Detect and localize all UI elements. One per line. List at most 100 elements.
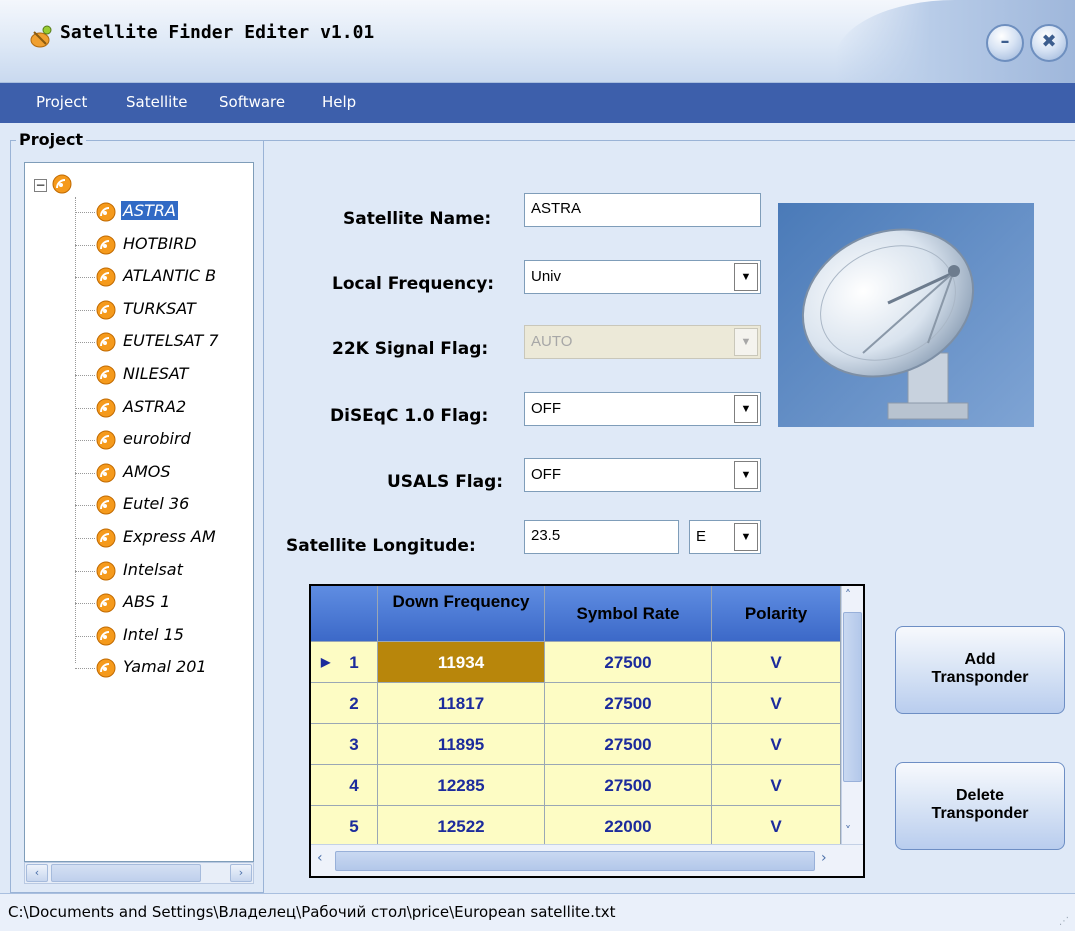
tree-item[interactable]: EUTELSAT 7 [75,329,250,355]
tree-item[interactable]: ABS 1 [75,590,250,616]
longitude-label: Satellite Longitude: [286,536,476,556]
tree-connector [75,635,95,637]
dropdown-arrow-icon[interactable]: ▼ [734,395,758,423]
grid-horizontal-thumb[interactable] [335,851,815,871]
tree-item-label: TURKSAT [123,298,196,318]
resize-grip-icon[interactable]: ⋰ [1059,916,1069,927]
project-legend: Project [16,130,87,149]
grid-vertical-thumb[interactable] [843,612,862,782]
tree-connector [75,603,95,605]
dropdown-arrow-icon[interactable]: ▼ [734,523,758,551]
grid-cell-pol[interactable]: V [712,683,841,724]
grid-cell-rate[interactable]: 27500 [545,683,712,724]
grid-cell-rate[interactable]: 27500 [545,724,712,765]
header-index[interactable] [311,586,378,642]
minimize-button[interactable]: – [986,24,1024,62]
tree-item[interactable]: Intelsat [75,558,250,584]
header-polarity[interactable]: Polarity [712,586,841,642]
add-transponder-label-1: Add [964,651,996,668]
tree-horizontal-scrollbar[interactable]: ‹ › [24,862,254,884]
grid-cell-index[interactable]: 5 [311,806,378,847]
delete-transponder-button[interactable]: Delete Transponder [895,762,1065,850]
scroll-down-icon[interactable]: ˅ [845,824,851,838]
grid-cell-pol[interactable]: V [712,806,841,847]
grid-cell-pol[interactable]: V [712,724,841,765]
tree-item[interactable]: Eutel 36 [75,492,250,518]
longitude-direction-select[interactable]: E ▼ [689,520,761,554]
menu-help[interactable]: Help [322,93,356,111]
project-tree[interactable]: − ASTRA HOTBIRD ATLANTIC B TURKSAT EUTELSAT … [24,162,254,862]
grid-cell-index[interactable]: 3 [311,724,378,765]
tree-item[interactable]: eurobird [75,427,250,453]
scroll-left-icon[interactable]: ‹ [317,850,323,866]
transponder-grid[interactable]: Down Frequency Symbol Rate Polarity ▶ 1 11934… [309,584,865,878]
tree-item[interactable]: ASTRA2 [75,395,250,421]
satellite-node-icon [95,462,117,488]
header-down-frequency[interactable]: Down Frequency [378,586,545,642]
close-icon: ✖ [1041,31,1057,52]
add-transponder-button[interactable]: Add Transponder [895,626,1065,714]
satellite-node-icon [95,527,117,553]
scroll-left-icon[interactable]: ‹ [26,864,48,882]
dropdown-arrow-icon[interactable]: ▼ [734,263,758,291]
grid-cell-rate[interactable]: 27500 [545,642,712,683]
grid-cell-pol[interactable]: V [712,765,841,806]
tree-connector [75,212,95,213]
grid-cell-freq[interactable]: 12285 [378,765,545,806]
scroll-right-icon[interactable]: › [230,864,252,882]
grid-cell-index[interactable]: 2 [311,683,378,724]
header-symbol-rate[interactable]: Symbol Rate [545,586,712,642]
tree-item[interactable]: ATLANTIC B [75,264,250,290]
grid-cell-freq[interactable]: 11817 [378,683,545,724]
tree-connector [75,277,95,279]
tree-item-label: Express AM [123,527,216,546]
satellite-app-icon [30,25,52,48]
menu-project[interactable]: Project [36,93,87,111]
scroll-up-icon[interactable]: ˄ [845,588,851,602]
close-button[interactable]: ✖ [1030,24,1068,62]
usals-value: OFF [531,466,561,483]
grid-cell-freq[interactable]: 12522 [378,806,545,847]
menu-satellite[interactable]: Satellite [126,93,187,111]
grid-vertical-scrollbar[interactable]: ˄ ˅ [841,586,863,844]
scroll-right-icon[interactable]: › [821,850,827,866]
satellite-name-label: Satellite Name: [343,209,492,229]
grid-cell-index[interactable]: 4 [311,765,378,806]
tree-item[interactable]: Express AM [75,525,250,551]
grid-cell-rate[interactable]: 22000 [545,806,712,847]
tree-item[interactable]: HOTBIRD [75,232,250,258]
satellite-groupbox [264,140,1075,141]
longitude-direction-value: E [696,528,707,545]
tree-item-label: Intelsat [123,559,183,579]
satellite-node-icon [95,429,117,455]
grid-cell-index[interactable]: ▶ 1 [311,642,378,683]
satellite-name-input[interactable]: ASTRA [524,193,761,227]
tree-item[interactable]: ASTRA [75,199,250,225]
local-frequency-select[interactable]: Univ ▼ [524,260,761,294]
usals-select[interactable]: OFF ▼ [524,458,761,492]
diseqc-select[interactable]: OFF ▼ [524,392,761,426]
scroll-thumb[interactable] [51,864,201,882]
tree-connector [75,407,95,409]
tree-item-label: ATLANTIC B [123,266,217,286]
satellite-dish-icon [801,228,975,420]
add-transponder-label-2: Transponder [931,669,1029,686]
grid-horizontal-scrollbar[interactable]: ‹ › [311,844,863,876]
grid-cell-freq[interactable]: 11934 [378,642,545,683]
grid-cell-rate[interactable]: 27500 [545,765,712,806]
grid-cell-freq[interactable]: 11895 [378,724,545,765]
tree-item[interactable]: Yamal 201 [75,655,250,681]
satellite-node-icon [95,625,117,651]
collapse-icon[interactable]: − [34,179,47,192]
tree-item[interactable]: TURKSAT [75,297,250,323]
tree-item-label: ASTRA [121,201,178,220]
longitude-input[interactable]: 23.5 [524,520,679,554]
menu-software[interactable]: Software [219,93,285,111]
tree-item[interactable]: AMOS [75,460,250,486]
tree-item[interactable]: NILESAT [75,362,250,388]
tree-item[interactable]: Intel 15 [75,623,250,649]
dropdown-arrow-icon[interactable]: ▼ [734,461,758,489]
satellite-node-icon [95,657,117,683]
satellite-node-icon [95,560,117,586]
grid-cell-pol[interactable]: V [712,642,841,683]
